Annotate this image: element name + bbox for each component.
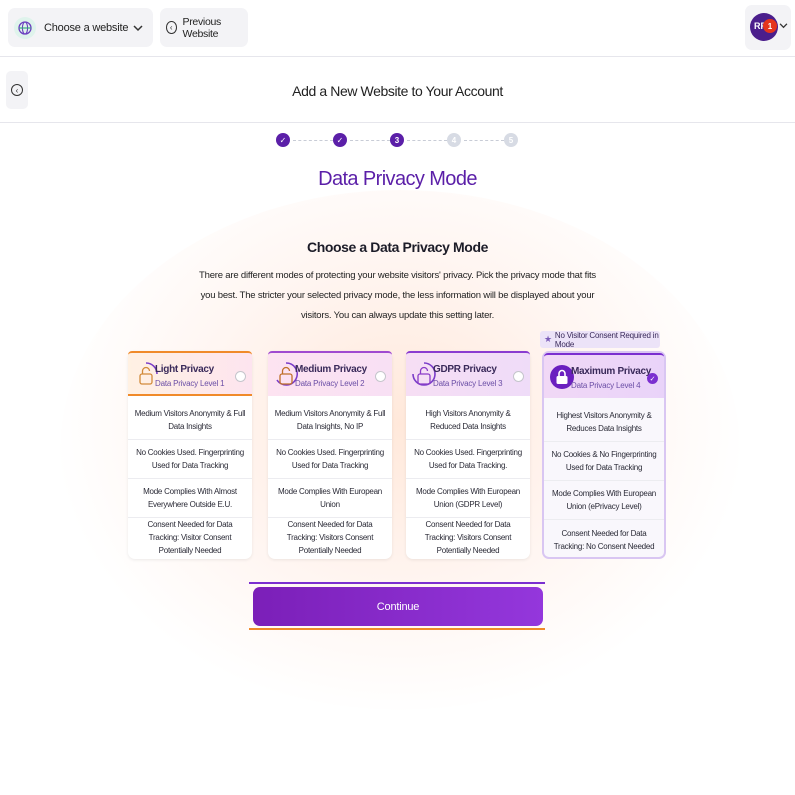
card-body: Medium Visitors Anonymity & Full Data In… (268, 401, 392, 557)
card-row: Mode Complies With European Union (268, 479, 392, 518)
user-menu[interactable]: RF 1 (745, 5, 791, 50)
privacy-card-maximum[interactable]: Maximum Privacy Data Privacy Level 4 ✓ H… (542, 351, 666, 559)
privacy-card-light[interactable]: Light Privacy Data Privacy Level 1 Mediu… (128, 351, 252, 559)
card-row: Consent Needed for Data Tracking: Visito… (424, 520, 512, 555)
step-3-current: 3 (390, 133, 404, 147)
continue-button[interactable]: Continue (253, 587, 543, 626)
card-level: Data Privacy Level 2 (295, 379, 365, 388)
arrow-left-circle-icon: ‹ (166, 21, 177, 34)
check-icon[interactable]: ✓ (647, 373, 658, 384)
card-level: Data Privacy Level 3 (433, 379, 503, 388)
privacy-mode-cards: Light Privacy Data Privacy Level 1 Mediu… (128, 351, 666, 561)
step-connector (464, 140, 504, 141)
card-header: Maximum Privacy Data Privacy Level 4 ✓ (544, 353, 664, 398)
chevron-down-icon (779, 20, 788, 32)
card-radio[interactable] (235, 371, 246, 382)
step-1-done: ✓ (276, 133, 290, 147)
card-level: Data Privacy Level 1 (155, 379, 225, 388)
step-connector (350, 140, 390, 141)
card-header: Light Privacy Data Privacy Level 1 (128, 351, 252, 396)
website-select[interactable]: Choose a website (8, 8, 153, 47)
card-header: Medium Privacy Data Privacy Level 2 (268, 351, 392, 396)
card-radio[interactable] (375, 371, 386, 382)
card-title: Maximum Privacy (571, 366, 651, 377)
step-connector (407, 140, 447, 141)
consent-badge-label: No Visitor Consent Required in Mode (554, 330, 659, 349)
card-row: No Cookies & No Fingerprinting Used for … (544, 442, 664, 481)
card-header: GDPR Privacy Data Privacy Level 3 (406, 351, 530, 396)
card-title: Medium Privacy (295, 364, 367, 375)
privacy-card-medium[interactable]: Medium Privacy Data Privacy Level 2 Medi… (268, 351, 392, 559)
step-connector (293, 140, 333, 141)
card-body: Highest Visitors Anonymity & Reduces Dat… (544, 403, 664, 559)
card-row: Medium Visitors Anonymity & Full Data In… (128, 401, 252, 440)
card-title: GDPR Privacy (433, 364, 497, 375)
star-icon: ★ (544, 334, 552, 344)
page-header: ‹ Add a New Website to Your Account (0, 57, 795, 123)
step-2-done: ✓ (333, 133, 347, 147)
card-row: No Cookies Used. Fingerprinting Used for… (406, 440, 530, 479)
globe-icon (14, 16, 36, 39)
page-title: Add a New Website to Your Account (292, 83, 503, 99)
card-row: Highest Visitors Anonymity & Reduces Dat… (544, 403, 664, 442)
card-title: Light Privacy (155, 364, 214, 375)
website-select-label: Choose a website (44, 21, 129, 34)
card-row: Mode Complies With Almost Everywhere Out… (128, 479, 252, 518)
card-radio[interactable] (513, 371, 524, 382)
chevron-down-icon (133, 21, 143, 35)
step-5: 5 (504, 133, 518, 147)
description: There are different modes of protecting … (199, 270, 596, 321)
consent-badge: ★ No Visitor Consent Required in Mode (540, 330, 660, 349)
previous-website-label: Previous Website (182, 15, 222, 40)
card-row: No Cookies Used. Fingerprinting Used for… (268, 440, 392, 479)
card-row: Consent Needed for Data Tracking: Visito… (286, 520, 374, 555)
card-row: High Visitors Anonymity & Reduced Data I… (406, 401, 530, 440)
notification-badge: 1 (763, 19, 777, 33)
sub-title: Choose a Data Privacy Mode (307, 239, 488, 255)
card-row: Medium Visitors Anonymity & Full Data In… (268, 401, 392, 440)
card-row: No Cookies Used. Fingerprinting Used for… (128, 440, 252, 479)
privacy-card-gdpr[interactable]: GDPR Privacy Data Privacy Level 3 High V… (406, 351, 530, 559)
card-body: High Visitors Anonymity & Reduced Data I… (406, 401, 530, 557)
previous-website-button[interactable]: ‹ Previous Website (160, 8, 248, 47)
card-row: Mode Complies With European Union (ePriv… (544, 481, 664, 520)
top-bar: Choose a website ‹ Previous Website RF 1 (0, 0, 795, 57)
card-body: Medium Visitors Anonymity & Full Data In… (128, 401, 252, 557)
progress-stepper: ✓ ✓ 3 4 5 (276, 133, 518, 149)
card-row: Mode Complies With European Union (GDPR … (406, 479, 530, 518)
section-title: Data Privacy Mode (318, 168, 477, 190)
step-4: 4 (447, 133, 461, 147)
card-row: Consent Needed for Data Tracking: No Con… (553, 528, 655, 551)
card-level: Data Privacy Level 4 (571, 381, 641, 390)
card-row: Consent Needed for Data Tracking: Visito… (147, 520, 233, 555)
avatar: RF 1 (750, 13, 778, 41)
